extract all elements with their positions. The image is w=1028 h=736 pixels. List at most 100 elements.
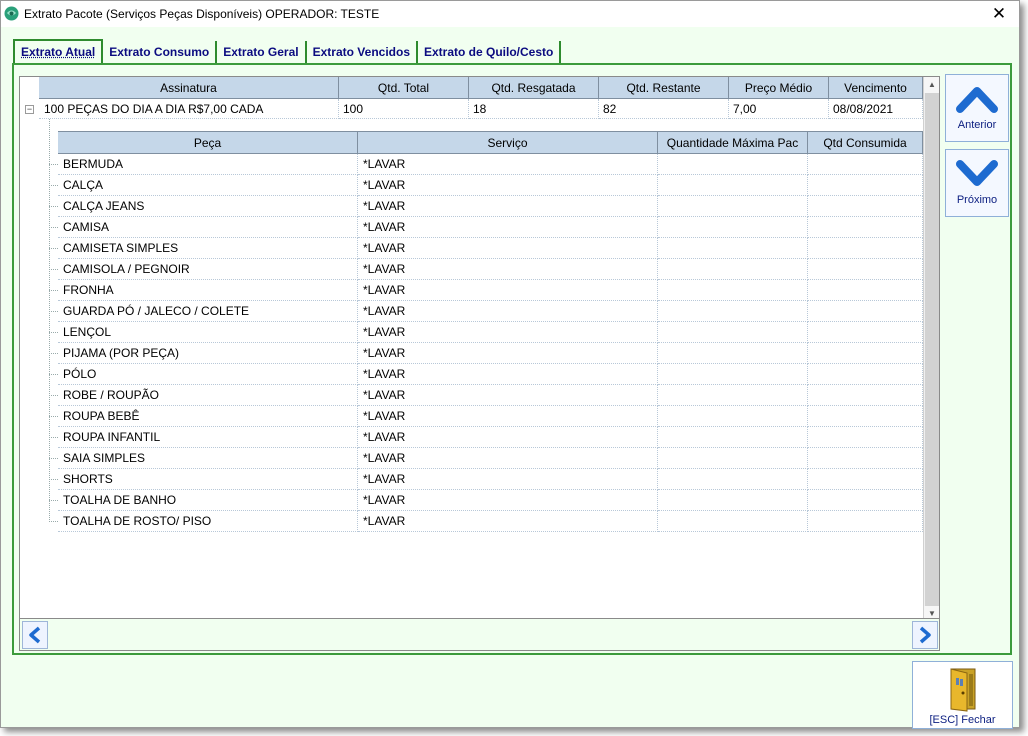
tree-connector-branch bbox=[49, 500, 58, 501]
previous-button-label: Anterior bbox=[957, 119, 997, 131]
table-row[interactable]: CALÇA *LAVAR bbox=[58, 175, 923, 196]
scroll-down-icon[interactable]: ▼ bbox=[924, 606, 939, 618]
cell-quantidade-maxima bbox=[658, 259, 808, 280]
cell-servico: *LAVAR bbox=[358, 343, 658, 364]
tab-extrato-geral[interactable]: Extrato Geral bbox=[217, 41, 307, 63]
tree-connector bbox=[49, 119, 50, 522]
collapse-row-icon[interactable]: − bbox=[25, 105, 34, 114]
column-header-vencimento[interactable]: Vencimento bbox=[829, 77, 923, 99]
cell-quantidade-maxima bbox=[658, 175, 808, 196]
column-header-qtd-total[interactable]: Qtd. Total bbox=[339, 77, 469, 99]
table-row[interactable]: GUARDA PÓ / JALECO / COLETE *LAVAR bbox=[58, 301, 923, 322]
cell-qtd-consumida bbox=[808, 406, 923, 427]
table-row[interactable]: ROBE / ROUPÃO *LAVAR bbox=[58, 385, 923, 406]
tree-connector-branch bbox=[49, 248, 58, 249]
tab-extrato-vencidos[interactable]: Extrato Vencidos bbox=[307, 41, 418, 63]
table-row[interactable]: PÓLO *LAVAR bbox=[58, 364, 923, 385]
scroll-left-button[interactable] bbox=[22, 621, 48, 649]
cell-peca: CALÇA bbox=[58, 175, 358, 196]
cell-quantidade-maxima bbox=[658, 511, 808, 532]
table-row[interactable]: CAMISA *LAVAR bbox=[58, 217, 923, 238]
tab-extrato-atual[interactable]: Extrato Atual bbox=[13, 39, 104, 63]
table-row[interactable]: BERMUDA *LAVAR bbox=[58, 154, 923, 175]
cell-qtd-consumida bbox=[808, 343, 923, 364]
cell-qtd-consumida bbox=[808, 427, 923, 448]
cell-servico: *LAVAR bbox=[358, 490, 658, 511]
cell-qtd-consumida bbox=[808, 280, 923, 301]
scroll-right-button[interactable] bbox=[912, 621, 938, 649]
window-title: Extrato Pacote (Serviços Peças Disponíve… bbox=[24, 7, 380, 21]
cell-servico: *LAVAR bbox=[358, 322, 658, 343]
tab-extrato-quilo-cesto[interactable]: Extrato de Quilo/Cesto bbox=[418, 41, 562, 63]
cell-preco-medio: 7,00 bbox=[729, 99, 829, 119]
cell-qtd-consumida bbox=[808, 238, 923, 259]
close-button-label: [ESC] Fechar bbox=[929, 714, 996, 726]
scroll-up-icon[interactable]: ▲ bbox=[924, 77, 939, 93]
table-row[interactable]: CAMISETA SIMPLES *LAVAR bbox=[58, 238, 923, 259]
cell-servico: *LAVAR bbox=[358, 406, 658, 427]
cell-vencimento: 08/08/2021 bbox=[829, 99, 923, 119]
column-header-peca[interactable]: Peça bbox=[58, 131, 358, 154]
cell-quantidade-maxima bbox=[658, 469, 808, 490]
tree-connector-branch bbox=[49, 416, 58, 417]
cell-peca: PIJAMA (POR PEÇA) bbox=[58, 343, 358, 364]
cell-peca: CAMISA bbox=[58, 217, 358, 238]
column-header-servico[interactable]: Serviço bbox=[358, 131, 658, 154]
table-row[interactable]: FRONHA *LAVAR bbox=[58, 280, 923, 301]
column-header-assinatura[interactable]: Assinatura bbox=[39, 77, 339, 99]
table-row[interactable]: ROUPA BEBÊ *LAVAR bbox=[58, 406, 923, 427]
door-exit-icon bbox=[950, 668, 975, 712]
column-header-quantidade-maxima[interactable]: Quantidade Máxima Pac bbox=[658, 131, 808, 154]
cell-qtd-consumida bbox=[808, 385, 923, 406]
cell-peca: TOALHA DE ROSTO/ PISO bbox=[58, 511, 358, 532]
table-row[interactable]: SHORTS *LAVAR bbox=[58, 469, 923, 490]
column-header-qtd-restante[interactable]: Qtd. Restante bbox=[599, 77, 729, 99]
column-header-preco-medio[interactable]: Preço Médio bbox=[729, 77, 829, 99]
cell-servico: *LAVAR bbox=[358, 259, 658, 280]
table-row[interactable]: PIJAMA (POR PEÇA) *LAVAR bbox=[58, 343, 923, 364]
cell-peca: TOALHA DE BANHO bbox=[58, 490, 358, 511]
chevron-down-icon bbox=[956, 160, 998, 186]
table-row[interactable]: CAMISOLA / PEGNOIR *LAVAR bbox=[58, 259, 923, 280]
horizontal-navigator bbox=[19, 619, 940, 651]
cell-quantidade-maxima bbox=[658, 301, 808, 322]
tab-bar: Extrato Atual Extrato Consumo Extrato Ge… bbox=[13, 39, 562, 63]
previous-button[interactable]: Anterior bbox=[945, 74, 1009, 142]
close-icon[interactable]: ✕ bbox=[979, 1, 1019, 27]
table-row[interactable]: TOALHA DE ROSTO/ PISO *LAVAR bbox=[58, 511, 923, 532]
cell-quantidade-maxima bbox=[658, 196, 808, 217]
table-row[interactable]: LENÇOL *LAVAR bbox=[58, 322, 923, 343]
cell-peca: LENÇOL bbox=[58, 322, 358, 343]
table-row[interactable]: CALÇA JEANS *LAVAR bbox=[58, 196, 923, 217]
cell-qtd-consumida bbox=[808, 154, 923, 175]
tree-connector-branch bbox=[49, 290, 58, 291]
tab-extrato-consumo[interactable]: Extrato Consumo bbox=[103, 41, 218, 63]
tree-connector-branch bbox=[49, 164, 58, 165]
tab-label: Extrato Atual bbox=[21, 45, 96, 59]
table-row[interactable]: SAIA SIMPLES *LAVAR bbox=[58, 448, 923, 469]
cell-qtd-restante: 82 bbox=[599, 99, 729, 119]
cell-servico: *LAVAR bbox=[358, 238, 658, 259]
cell-servico: *LAVAR bbox=[358, 217, 658, 238]
cell-qtd-consumida bbox=[808, 511, 923, 532]
cell-quantidade-maxima bbox=[658, 343, 808, 364]
tree-connector-branch bbox=[49, 437, 58, 438]
cell-qtd-consumida bbox=[808, 196, 923, 217]
column-header-qtd-resgatada[interactable]: Qtd. Resgatada bbox=[469, 77, 599, 99]
table-row[interactable]: TOALHA DE BANHO *LAVAR bbox=[58, 490, 923, 511]
package-row[interactable]: 100 PEÇAS DO DIA A DIA R$7,00 CADA 100 1… bbox=[20, 99, 923, 119]
cell-servico: *LAVAR bbox=[358, 364, 658, 385]
cell-quantidade-maxima bbox=[658, 448, 808, 469]
cell-servico: *LAVAR bbox=[358, 154, 658, 175]
next-button[interactable]: Próximo bbox=[945, 149, 1009, 217]
scrollbar-thumb[interactable] bbox=[925, 93, 939, 606]
package-grid[interactable]: Assinatura Qtd. Total Qtd. Resgatada Qtd… bbox=[19, 76, 940, 619]
column-header-qtd-consumida[interactable]: Qtd Consumida bbox=[808, 131, 923, 154]
close-button[interactable]: [ESC] Fechar bbox=[912, 661, 1013, 729]
cell-peca: ROUPA INFANTIL bbox=[58, 427, 358, 448]
tree-connector-branch bbox=[49, 227, 58, 228]
cell-quantidade-maxima bbox=[658, 364, 808, 385]
vertical-scrollbar[interactable]: ▲ ▼ bbox=[923, 77, 939, 618]
table-row[interactable]: ROUPA INFANTIL *LAVAR bbox=[58, 427, 923, 448]
next-button-label: Próximo bbox=[956, 194, 998, 206]
